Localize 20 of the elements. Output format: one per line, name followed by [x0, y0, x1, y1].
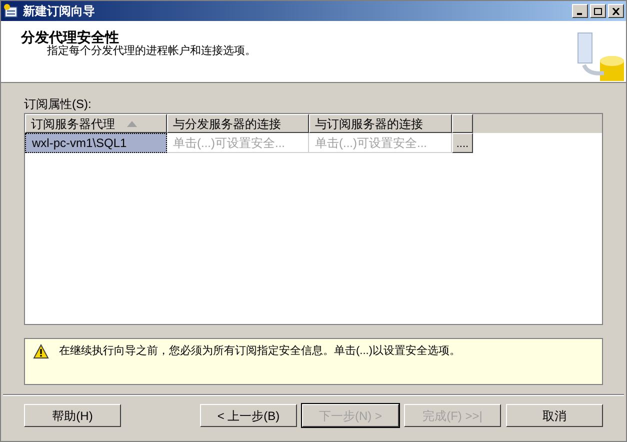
- table-cell[interactable]: wxl-pc-vm1\SQL1: [25, 133, 167, 153]
- column-header[interactable]: 与分发服务器的连接: [167, 114, 309, 133]
- wizard-button[interactable]: 取消: [506, 404, 603, 427]
- wizard-button[interactable]: 帮助(H): [24, 404, 121, 427]
- maximize-button[interactable]: [590, 4, 606, 18]
- window-app-icon: [3, 3, 19, 19]
- grid-label: 订阅属性(S):: [24, 97, 92, 111]
- close-icon: [612, 8, 620, 14]
- warning-icon: [33, 344, 49, 359]
- wizard-button[interactable]: < 上一步(B): [200, 404, 297, 427]
- page-title: 分发代理安全性: [21, 29, 120, 45]
- warning-message: 在继续执行向导之前，您必须为所有订阅指定安全信息。单击(...)以设置安全选项。: [59, 344, 460, 358]
- window-title: 新建订阅向导: [23, 3, 95, 20]
- maximize-icon: [594, 8, 602, 14]
- close-button[interactable]: [608, 4, 624, 18]
- ellipsis-button[interactable]: ....: [452, 133, 473, 153]
- column-header[interactable]: 与订阅服务器的连接: [309, 114, 452, 133]
- minimize-button[interactable]: [572, 4, 588, 18]
- column-header[interactable]: 订阅服务器代理: [25, 114, 167, 133]
- page-subtitle: 指定每个分发代理的进程帐户和连接选项。: [46, 45, 256, 58]
